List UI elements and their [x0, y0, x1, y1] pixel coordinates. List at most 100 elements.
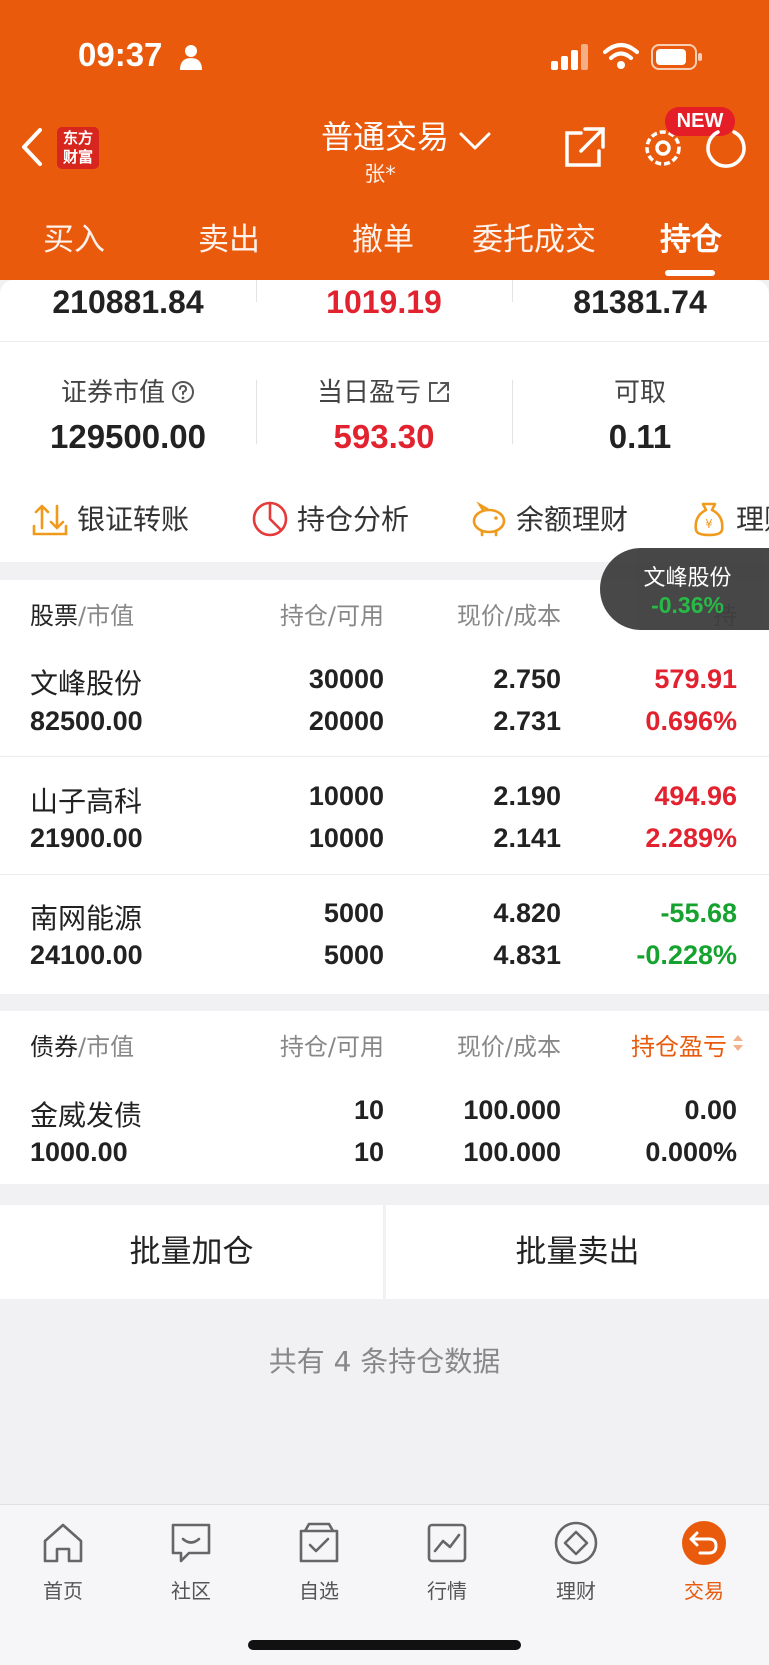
nav-wealth[interactable]: 理财	[526, 1519, 626, 1604]
header: 09:37 东方 财富 普通交易 张* NEW 买入 卖出 撤单 委托成交 持仓	[0, 0, 769, 280]
tab-orders[interactable]: 委托成交	[472, 214, 596, 259]
action-position-analysis[interactable]: 持仓分析	[251, 498, 409, 538]
nav-label: 行情	[427, 1579, 467, 1603]
account-name: 张*	[364, 162, 396, 186]
back-arrow-icon[interactable]	[18, 126, 46, 168]
bond-name[interactable]: 金威发债	[30, 1094, 142, 1134]
divider	[512, 380, 513, 444]
chat-icon	[171, 1523, 211, 1563]
total-pnl-value: 1019.19	[326, 284, 442, 320]
stock-header-main: 股票	[30, 602, 78, 630]
svg-text:¥: ¥	[705, 517, 713, 531]
refresh-icon[interactable]	[704, 126, 748, 170]
stock-cost: 2.141	[493, 823, 561, 853]
nav-label: 交易	[684, 1579, 724, 1603]
external-link-icon[interactable]	[427, 380, 451, 404]
chevron-down-icon[interactable]	[458, 130, 492, 152]
bond-pnl-pct: 0.000%	[645, 1137, 737, 1167]
nav-label: 社区	[171, 1579, 211, 1603]
available-funds-value: 81381.74	[573, 284, 707, 320]
stock-pnl-pct: 0.696%	[645, 706, 737, 736]
share-icon[interactable]	[563, 125, 607, 169]
daily-pnl-label[interactable]: 当日盈亏	[256, 372, 512, 409]
withdrawable-value: 0.11	[608, 418, 672, 455]
action-bank-transfer[interactable]: 银证转账	[31, 498, 189, 538]
bond-pnl: 0.00	[684, 1095, 737, 1125]
stock-cost: 4.831	[493, 940, 561, 970]
stock-name[interactable]: 山子高科	[30, 780, 142, 820]
row-divider	[0, 874, 769, 875]
stock-market-value: 82500.00	[30, 706, 143, 736]
stock-available: 5000	[323, 940, 384, 970]
stock-available: 20000	[308, 706, 384, 736]
nav-trade[interactable]: 交易	[654, 1519, 754, 1604]
market-chart-icon	[427, 1523, 467, 1563]
stock-header-name: 股票/市值	[30, 596, 134, 631]
logo-line2: 财富	[62, 148, 93, 166]
stock-cost: 2.731	[493, 706, 561, 736]
action-wealth[interactable]: ¥ 理财	[690, 498, 769, 538]
nav-community[interactable]: 社区	[141, 1519, 241, 1604]
nav-label: 自选	[299, 1579, 339, 1603]
stock-pnl: -55.68	[660, 898, 737, 928]
battery-icon	[651, 44, 702, 70]
daily-pnl-label-text: 当日盈亏	[316, 378, 421, 408]
bond-positions: 债券/市值 持仓/可用 现价/成本 持仓盈亏 金威发债 1000.00 10 1…	[0, 1011, 769, 1184]
asset-summary: 210881.84 1019.19 81381.74	[0, 280, 769, 342]
stock-price: 2.190	[493, 781, 561, 811]
transfer-icon	[32, 504, 68, 536]
person-icon	[180, 45, 202, 70]
tab-cancel[interactable]: 撤单	[352, 214, 414, 259]
bond-header-pnl[interactable]: 持仓盈亏	[631, 1027, 727, 1062]
stock-header-holding: 持仓/可用	[279, 602, 384, 630]
tab-buy[interactable]: 买入	[43, 214, 105, 259]
stock-header-price: 现价/成本	[456, 602, 561, 630]
stock-header-sub: /市值	[78, 602, 135, 630]
trade-icon	[682, 1521, 726, 1565]
nav-label: 理财	[556, 1579, 596, 1603]
diamond-icon	[554, 1521, 598, 1565]
nav-market[interactable]: 行情	[397, 1519, 497, 1604]
divider	[512, 280, 513, 302]
stock-price: 2.750	[493, 664, 561, 694]
sort-icon[interactable]	[731, 1033, 745, 1053]
divider	[256, 280, 257, 302]
batch-sell-button[interactable]: 批量卖出	[386, 1205, 769, 1299]
stock-name[interactable]: 南网能源	[30, 897, 142, 937]
help-icon[interactable]	[171, 380, 195, 404]
action-label: 持仓分析	[297, 503, 410, 536]
tooltip-name: 文峰股份	[643, 566, 732, 591]
withdrawable-label: 可取	[613, 378, 666, 408]
page-title[interactable]: 普通交易	[300, 112, 470, 158]
action-label: 银证转账	[77, 503, 190, 536]
divider	[256, 380, 257, 444]
bond-header-price: 现价/成本	[456, 1033, 561, 1061]
bond-price: 100.000	[463, 1095, 561, 1125]
market-value-label-text: 证券市值	[60, 378, 165, 408]
stock-holding: 30000	[308, 664, 384, 694]
batch-add-button[interactable]: 批量加仓	[0, 1205, 383, 1299]
wifi-icon	[603, 43, 639, 69]
action-balance-finance[interactable]: 余额理财	[470, 498, 628, 538]
daily-pnl-value: 593.30	[333, 418, 435, 455]
action-label: 余额理财	[516, 503, 629, 536]
positions-count: 共有 4 条持仓数据	[268, 1345, 501, 1378]
app-logo: 东方 财富	[57, 127, 99, 169]
nav-label: 首页	[43, 1579, 83, 1603]
nav-home[interactable]: 首页	[13, 1519, 113, 1604]
pie-chart-icon	[252, 501, 288, 537]
stock-tooltip[interactable]: 文峰股份 -0.36%	[600, 548, 769, 630]
signal-icon	[551, 44, 588, 70]
tooltip-change: -0.36%	[651, 592, 724, 618]
stock-name[interactable]: 文峰股份	[30, 662, 142, 702]
tab-sell[interactable]: 卖出	[198, 214, 260, 259]
stock-market-value: 24100.00	[30, 940, 143, 970]
action-label: 理财	[736, 503, 769, 536]
nav-watchlist[interactable]: 自选	[269, 1519, 369, 1604]
piggy-bank-icon	[472, 501, 506, 537]
market-value-label[interactable]: 证券市值	[0, 372, 256, 409]
home-indicator	[248, 1640, 521, 1650]
tab-positions[interactable]: 持仓	[660, 214, 722, 259]
market-value: 129500.00	[50, 418, 206, 455]
stock-holding: 10000	[308, 781, 384, 811]
